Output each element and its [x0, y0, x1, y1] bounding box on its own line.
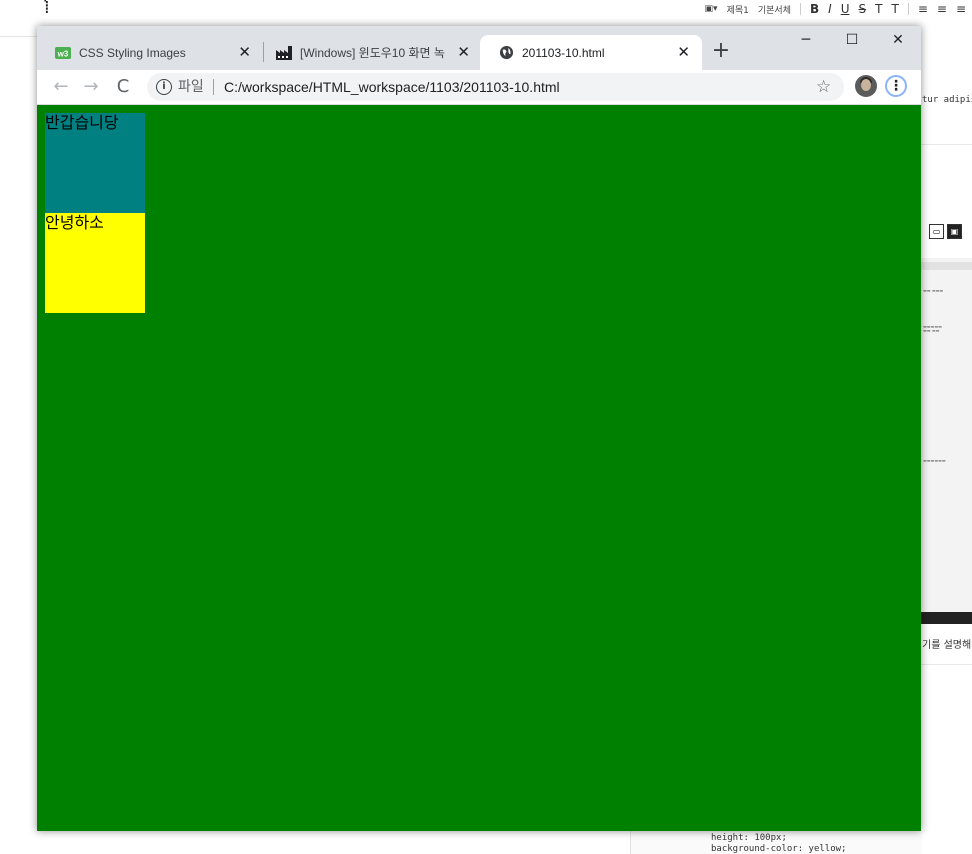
text-background-button[interactable]: T	[891, 2, 898, 16]
image-insert-icon[interactable]: ▣▾	[705, 4, 718, 14]
yellow-box: 안녕하소	[45, 213, 145, 313]
code-snippet: height: 100px; background-color: yellow;	[711, 833, 846, 854]
tab-windows-article[interactable]: [Windows] 윈도우10 화면 녹 ✕	[258, 35, 482, 70]
thumbnail-text: ▬▬▬▬▬▬	[923, 458, 946, 463]
page-viewport: 반갑습니당 안녕하소	[37, 105, 921, 831]
underline-button[interactable]: U	[841, 2, 850, 16]
italic-button[interactable]: I	[828, 2, 832, 16]
tab-title: 201103-10.html	[522, 45, 605, 60]
profile-avatar[interactable]	[855, 75, 877, 97]
address-bar[interactable]: i 파일 C:/workspace/HTML_workspace/1103/20…	[147, 73, 844, 101]
code-line: height: 100px;	[711, 833, 787, 843]
app-logo: ⁞̇	[44, 0, 50, 18]
align-center-icon[interactable]: ≡	[937, 2, 947, 16]
omnibox-divider	[213, 79, 214, 95]
text-color-button[interactable]: T	[875, 2, 882, 16]
teal-box: 반갑습니당	[45, 113, 145, 213]
layout-center-icon[interactable]: ▣	[947, 224, 962, 239]
tab-close-icon[interactable]: ✕	[457, 45, 470, 60]
divider	[921, 664, 972, 665]
bookmark-star-icon[interactable]: ☆	[816, 78, 831, 96]
align-left-icon[interactable]: ≡	[918, 2, 928, 16]
embedded-screenshot: ▬▬ ▬▬▬ ▬▬▬▬▬ ▬▬ ▬▬ ▬▬▬▬▬▬	[921, 258, 972, 618]
url-text[interactable]: C:/workspace/HTML_workspace/1103/201103-…	[224, 79, 560, 95]
bold-button[interactable]: B	[810, 2, 819, 16]
tab-strip: w3 CSS Styling Images ✕ [Windows] 윈도우10 …	[37, 26, 921, 70]
heading-select[interactable]: 제목1	[727, 3, 749, 16]
strikethrough-button[interactable]: S	[859, 2, 867, 16]
reload-icon[interactable]: C	[111, 75, 135, 99]
info-icon[interactable]: i	[156, 79, 172, 95]
globe-icon	[498, 45, 514, 61]
tab-close-icon[interactable]: ✕	[238, 45, 251, 60]
scheme-label: 파일	[178, 79, 204, 95]
minimize-button[interactable]: ─	[783, 26, 829, 54]
avatar-face	[861, 79, 871, 91]
tab-201103-10[interactable]: 201103-10.html ✕	[480, 35, 702, 70]
align-right-icon[interactable]: ≡	[956, 2, 966, 16]
browser-window: w3 CSS Styling Images ✕ [Windows] 윈도우10 …	[37, 26, 921, 831]
toolbar-divider	[907, 3, 909, 15]
maximize-button[interactable]: ☐	[829, 26, 875, 54]
font-select[interactable]: 기본서체	[758, 3, 791, 16]
tab-title: CSS Styling Images	[79, 45, 186, 60]
svg-text:w3: w3	[57, 49, 69, 58]
editor-right-content: tur adipis ▭ ▣ ▬▬ ▬▬▬ ▬▬▬▬▬ ▬▬ ▬▬ ▬▬▬▬▬▬…	[921, 36, 972, 854]
thumbnail-taskbar	[921, 612, 972, 624]
thumbnail-text: ▬▬ ▬▬▬	[923, 288, 944, 293]
kebab-menu-icon[interactable]: ⋮	[885, 75, 907, 97]
tab-css-styling-images[interactable]: w3 CSS Styling Images ✕	[37, 35, 263, 70]
code-line: background-color: yellow;	[711, 844, 847, 854]
divider	[921, 144, 972, 145]
editor-text-snippet: tur adipis	[922, 95, 972, 105]
toolbar-divider	[800, 3, 801, 15]
format-tools: ▣▾ 제목1 기본서체 B I U S T T ≡ ≡ ≡	[705, 2, 966, 16]
editor-caption: 기를 설명해	[922, 640, 972, 651]
new-tab-button[interactable]: +	[709, 39, 733, 63]
image-layout-controls: ▭ ▣	[929, 224, 962, 239]
layout-left-icon[interactable]: ▭	[929, 224, 944, 239]
browser-toolbar: ← → C i 파일 C:/workspace/HTML_workspace/1…	[37, 70, 921, 105]
factory-icon	[276, 45, 292, 61]
thumbnail-titlebar	[921, 262, 972, 270]
w3schools-icon: w3	[55, 45, 71, 61]
editor-code-block: height: 100px; background-color: yellow;	[630, 831, 922, 854]
close-window-button[interactable]: ✕	[875, 26, 921, 54]
tab-close-icon[interactable]: ✕	[677, 45, 690, 60]
thumbnail-text: ▬▬ ▬▬	[923, 328, 940, 333]
back-arrow-icon[interactable]: ←	[49, 75, 73, 99]
tab-title: [Windows] 윈도우10 화면 녹	[300, 46, 445, 60]
forward-arrow-icon[interactable]: →	[79, 75, 103, 99]
